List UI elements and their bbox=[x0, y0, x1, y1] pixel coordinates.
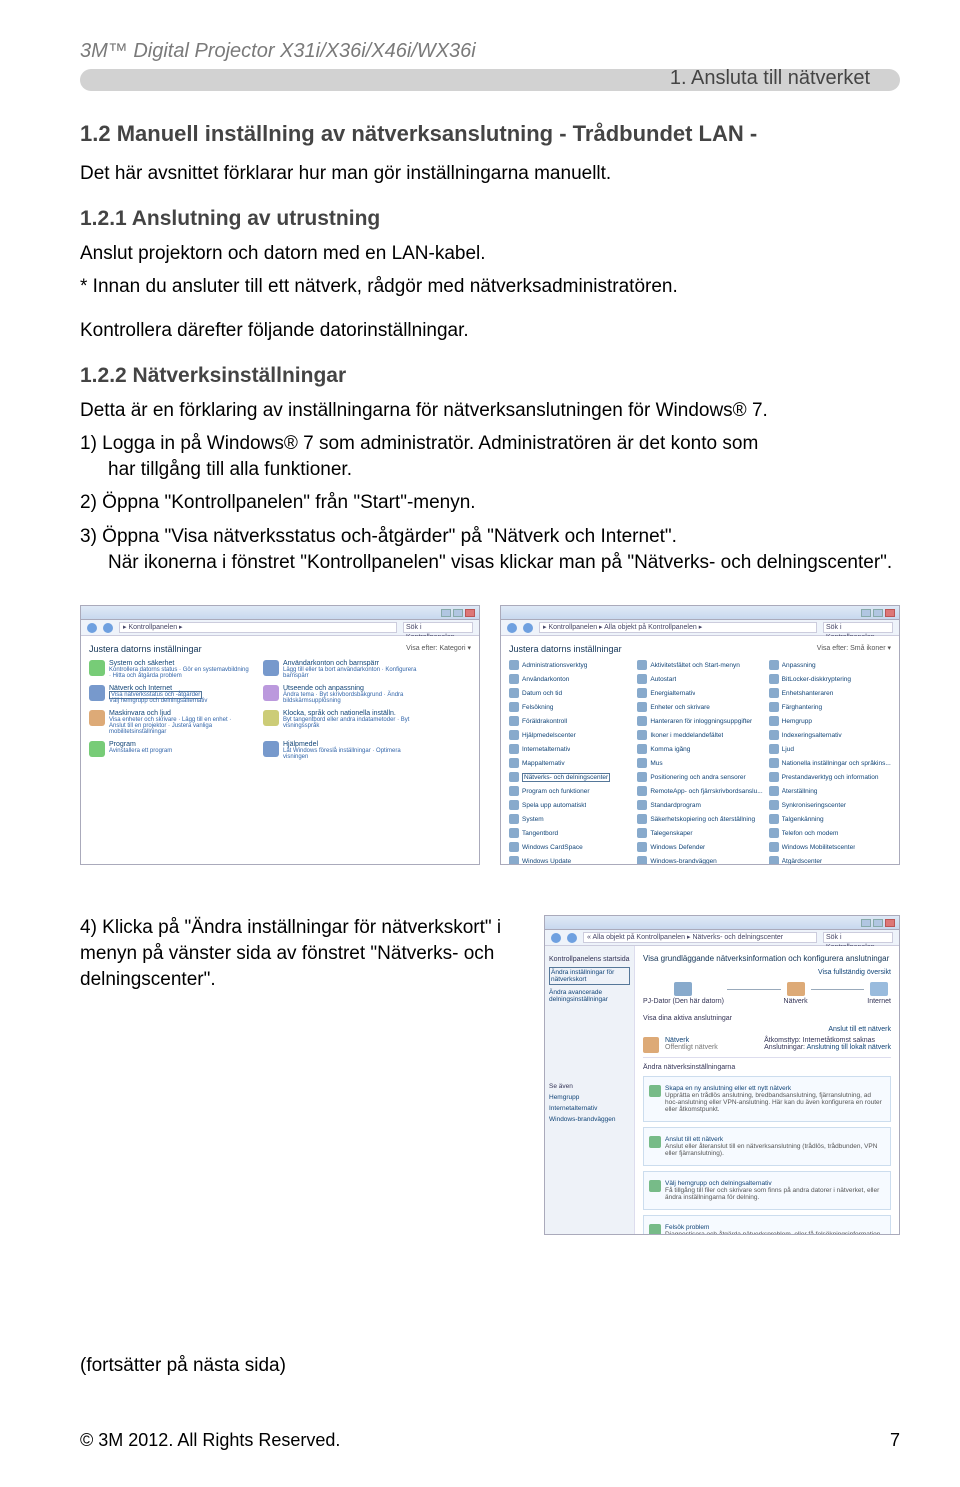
product-title: 3M™ Digital Projector X31i/X36i/X46i/WX3… bbox=[80, 40, 900, 63]
s121-p3: Kontrollera därefter följande datorinstä… bbox=[80, 318, 900, 344]
continues-note: (fortsätter på nästa sida) bbox=[80, 1355, 286, 1377]
s121-p1: Anslut projektorn och datorn med en LAN-… bbox=[80, 241, 900, 267]
screenshot-network-sharing: « Alla objekt på Kontrollpanelen ▸ Nätve… bbox=[544, 915, 900, 1235]
heading-1-2: 1.2 Manuell inställning av nätverksanslu… bbox=[80, 121, 900, 147]
chapter-bar: 1. Ansluta till nätverket bbox=[80, 69, 900, 103]
chapter-label: 1. Ansluta till nätverket bbox=[670, 67, 870, 90]
heading-1-2-1: 1.2.1 Anslutning av utrustning bbox=[80, 207, 900, 231]
screenshot-controlpanel-icons: ▸ Kontrollpanelen ▸ Alla objekt på Kontr… bbox=[500, 605, 900, 865]
copyright: © 3M 2012. All Rights Reserved. bbox=[80, 1430, 340, 1451]
s12-intro: Det här avsnittet förklarar hur man gör … bbox=[80, 161, 900, 187]
heading-1-2-2: 1.2.2 Nätverksinställningar bbox=[80, 364, 900, 388]
page-number: 7 bbox=[890, 1430, 900, 1451]
s121-p2: * Innan du ansluter till ett nätverk, rå… bbox=[80, 274, 900, 300]
step-4: 4) Klicka på "Ändra inställningar för nä… bbox=[80, 915, 520, 1235]
step-1: 1) Logga in på Windows® 7 som administra… bbox=[80, 431, 900, 482]
s122-intro: Detta är en förklaring av inställningarn… bbox=[80, 398, 900, 424]
screenshot-controlpanel-category: ▸ Kontrollpanelen ▸ Sök i Kontrollpanele… bbox=[80, 605, 480, 865]
screenshots-row: ▸ Kontrollpanelen ▸ Sök i Kontrollpanele… bbox=[80, 605, 900, 865]
step4-row: 4) Klicka på "Ändra inställningar för nä… bbox=[80, 915, 900, 1235]
page-footer: © 3M 2012. All Rights Reserved. 7 bbox=[80, 1430, 900, 1451]
step-3: 3) Öppna "Visa nätverksstatus och-åtgärd… bbox=[80, 524, 900, 575]
step-2: 2) Öppna "Kontrollpanelen" från "Start"-… bbox=[80, 490, 900, 516]
